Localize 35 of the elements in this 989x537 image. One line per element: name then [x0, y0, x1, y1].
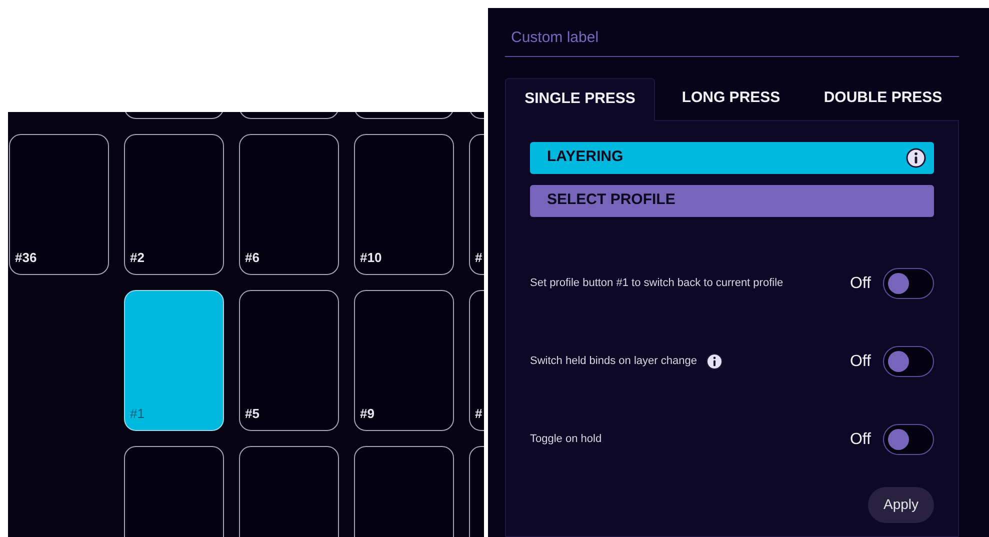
- toggle-switch[interactable]: [883, 346, 934, 377]
- toggle-state: Off: [850, 274, 871, 294]
- action-label: SELECT PROFILE: [547, 190, 676, 210]
- toggle-state: Off: [850, 430, 871, 450]
- option-label: Switch held binds on layer change: [530, 354, 697, 370]
- key-tile[interactable]: #36: [9, 134, 109, 275]
- key-number: #: [475, 248, 482, 266]
- label-input-field[interactable]: Custom label: [505, 27, 959, 56]
- key-number: #36: [15, 248, 37, 266]
- key-number: #: [475, 404, 482, 422]
- key-tile[interactable]: #10: [354, 134, 454, 275]
- info-icon[interactable]: [906, 148, 926, 168]
- key-number: #5: [245, 404, 260, 422]
- key-number: #2: [130, 248, 144, 266]
- key-number: #1: [130, 404, 144, 422]
- key-tile[interactable]: #: [469, 290, 484, 431]
- key-tile[interactable]: #9: [354, 290, 454, 431]
- key-tile[interactable]: #: [469, 134, 484, 275]
- toggle-switch[interactable]: [883, 268, 934, 299]
- option-label: Toggle on hold: [530, 432, 602, 448]
- key-number: #10: [360, 248, 382, 266]
- action-bar[interactable]: LAYERING: [530, 142, 934, 174]
- action-label: LAYERING: [547, 147, 624, 168]
- key-number: #9: [360, 404, 374, 422]
- press-tab[interactable]: SINGLE PRESS: [505, 78, 655, 120]
- key-number: #6: [245, 248, 260, 266]
- toggle-state: Off: [850, 352, 871, 372]
- toggle-switch[interactable]: [883, 424, 934, 455]
- action-bar[interactable]: SELECT PROFILE: [530, 184, 934, 216]
- key-tile[interactable]: #2: [124, 134, 224, 275]
- apply-button[interactable]: Apply: [868, 486, 934, 522]
- option-label: Set profile button #1 to switch back to current profile: [530, 276, 784, 292]
- key-tile[interactable]: #6: [239, 134, 339, 275]
- info-icon[interactable]: [706, 353, 723, 370]
- key-tile[interactable]: #5: [239, 290, 339, 431]
